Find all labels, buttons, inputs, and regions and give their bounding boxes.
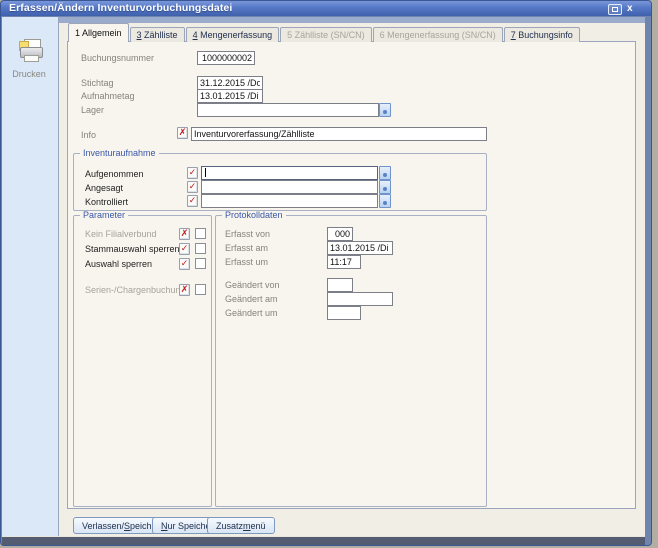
stichtag-label: Stichtag (81, 78, 114, 88)
erfasst-am-label: Erfasst am (225, 243, 268, 253)
erfasst-um-label: Erfasst um (225, 257, 268, 267)
stichtag-field[interactable] (197, 76, 263, 90)
lager-lookup-button[interactable] (379, 103, 391, 117)
buchungsnummer-label: Buchungsnummer (81, 53, 154, 63)
bottom-status-strip (2, 536, 645, 545)
info-cross-icon[interactable]: ✗ (177, 127, 188, 139)
geaendert-um-field[interactable] (327, 306, 361, 320)
protokolldaten-group-title: Protokolldaten (222, 211, 286, 220)
geaendert-um-label: Geändert um (225, 308, 278, 318)
aufgenommen-check-icon[interactable]: ✓ (187, 167, 198, 179)
tab-mengenerfassung-sncn: 6 Mengenerfassung (SN/CN) (373, 27, 503, 42)
info-label: Info (81, 130, 96, 140)
kein-filialverbund-cross-icon[interactable]: ✗ (179, 228, 190, 240)
geaendert-von-field[interactable] (327, 278, 353, 292)
erfasst-von-field[interactable] (327, 227, 353, 241)
toolbar-sidebar (2, 17, 58, 536)
application-window: Erfassen/Ändern Inventurvorbuchungsdatei… (0, 0, 652, 546)
tab-zaehlliste-sncn: 5 Zählliste (SN/CN) (280, 27, 372, 42)
text-caret (205, 168, 206, 177)
aufnahmetag-label: Aufnahmetag (81, 91, 135, 101)
stammauswahl-sperren-check-icon[interactable]: ✓ (179, 243, 190, 255)
printer-icon (15, 39, 45, 63)
serien-chargenbuchung-label: Serien-/Chargenbuchung (85, 285, 186, 295)
tab-mengenerfassung[interactable]: 4 Mengenerfassung (186, 27, 280, 42)
kontrolliert-check-icon[interactable]: ✓ (187, 195, 198, 207)
close-window-button[interactable]: x (627, 1, 633, 16)
drucken-label: Drucken (1, 69, 57, 79)
aufgenommen-lookup-button[interactable] (379, 166, 391, 180)
serien-chargenbuchung-checkbox[interactable] (195, 284, 206, 295)
angesagt-field[interactable] (201, 180, 378, 194)
tab-zaehlliste[interactable]: 3 Zählliste (130, 27, 185, 42)
titlebar: Erfassen/Ändern Inventurvorbuchungsdatei… (1, 1, 651, 16)
aufgenommen-label: Aufgenommen (85, 169, 144, 179)
drucken-button[interactable]: Drucken (14, 39, 46, 85)
angesagt-lookup-button[interactable] (379, 180, 391, 194)
kontrolliert-field[interactable] (201, 194, 378, 208)
parameter-group-title: Parameter (80, 211, 128, 220)
lager-field[interactable] (197, 103, 379, 117)
angesagt-check-icon[interactable]: ✓ (187, 181, 198, 193)
zusatzmenu-button[interactable]: Zusatzmenü (207, 517, 275, 534)
angesagt-label: Angesagt (85, 183, 123, 193)
lager-label: Lager (81, 105, 104, 115)
serien-chargenbuchung-cross-icon[interactable]: ✗ (179, 284, 190, 296)
printer-output (24, 55, 39, 62)
buchungsnummer-field[interactable] (197, 51, 255, 65)
aufnahmetag-field[interactable] (197, 89, 263, 103)
auswahl-sperren-check-icon[interactable]: ✓ (179, 258, 190, 270)
tab-bar: 1 Allgemein 3 Zählliste 4 Mengenerfassun… (68, 23, 581, 42)
erfasst-von-label: Erfasst von (225, 229, 270, 239)
auswahl-sperren-checkbox[interactable] (195, 258, 206, 269)
geaendert-am-label: Geändert am (225, 294, 278, 304)
stammauswahl-sperren-checkbox[interactable] (195, 243, 206, 254)
window-title: Erfassen/Ändern Inventurvorbuchungsdatei (9, 2, 232, 14)
erfasst-um-field[interactable] (327, 255, 361, 269)
kontrolliert-label: Kontrolliert (85, 197, 128, 207)
restore-window-button[interactable] (608, 4, 622, 15)
kontrolliert-lookup-button[interactable] (379, 194, 391, 208)
tab-allgemein[interactable]: 1 Allgemein (68, 23, 129, 42)
tab-buchungsinfo[interactable]: 7 Buchungsinfo (504, 27, 580, 42)
erfasst-am-field[interactable] (327, 241, 393, 255)
kein-filialverbund-checkbox[interactable] (195, 228, 206, 239)
aufgenommen-field[interactable] (201, 166, 378, 180)
inventuraufnahme-group-title: Inventuraufnahme (80, 149, 159, 158)
stammauswahl-sperren-label: Stammauswahl sperren (85, 244, 180, 254)
auswahl-sperren-label: Auswahl sperren (85, 259, 152, 269)
geaendert-am-field[interactable] (327, 292, 393, 306)
geaendert-von-label: Geändert von (225, 280, 280, 290)
info-field[interactable] (191, 127, 487, 141)
kein-filialverbund-label: Kein Filialverbund (85, 229, 157, 239)
